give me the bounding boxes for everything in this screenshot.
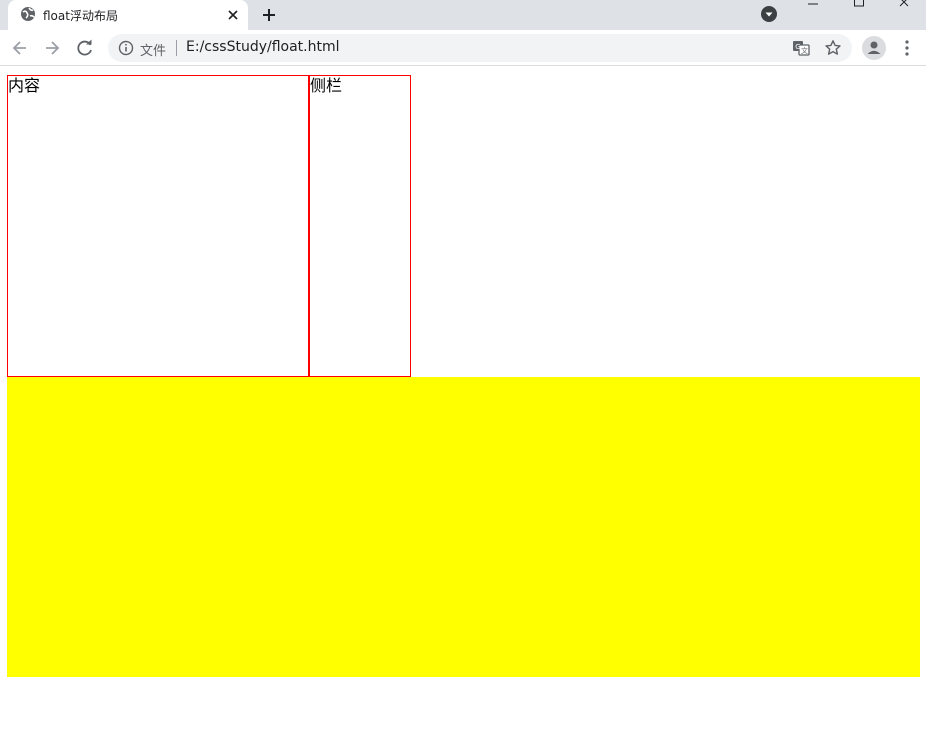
translate-icon[interactable]: G 文 bbox=[792, 39, 810, 57]
minimize-icon[interactable] bbox=[800, 0, 826, 12]
browser-toolbar: 文件 E:/cssStudy/float.html G 文 bbox=[0, 30, 926, 66]
tab-strip: float浮动布局 bbox=[0, 0, 926, 30]
browser-tab[interactable]: float浮动布局 bbox=[8, 0, 248, 30]
profile-button[interactable] bbox=[862, 36, 886, 60]
scheme-label: 文件 bbox=[140, 44, 167, 59]
page-viewport: 内容 侧栏 bbox=[0, 67, 926, 735]
svg-text:G: G bbox=[795, 43, 800, 51]
window-close-icon[interactable] bbox=[892, 0, 918, 12]
yellow-footer-block bbox=[7, 377, 920, 677]
address-bar[interactable]: 文件 E:/cssStudy/float.html G 文 bbox=[108, 34, 852, 62]
more-menu-icon[interactable] bbox=[897, 38, 917, 58]
reload-icon[interactable] bbox=[75, 38, 95, 58]
sidebar-box-text: 侧栏 bbox=[310, 76, 343, 95]
tab-title: float浮动布局 bbox=[43, 9, 118, 23]
sidebar-box: 侧栏 bbox=[309, 75, 411, 377]
back-arrow-icon[interactable] bbox=[10, 38, 30, 58]
content-box: 内容 bbox=[7, 75, 309, 377]
new-tab-icon[interactable] bbox=[258, 4, 280, 26]
info-icon[interactable] bbox=[118, 40, 134, 56]
bookmark-star-icon[interactable] bbox=[824, 39, 842, 57]
svg-text:文: 文 bbox=[801, 46, 808, 55]
person-icon bbox=[867, 41, 881, 54]
content-box-text: 内容 bbox=[8, 76, 41, 95]
url-text[interactable]: E:/cssStudy/float.html bbox=[186, 39, 340, 55]
globe-icon bbox=[21, 7, 35, 21]
close-icon[interactable] bbox=[224, 6, 242, 24]
address-separator bbox=[176, 40, 177, 56]
maximize-icon[interactable] bbox=[846, 0, 872, 12]
forward-arrow-icon[interactable] bbox=[42, 38, 62, 58]
tab-search-icon[interactable] bbox=[760, 5, 778, 23]
